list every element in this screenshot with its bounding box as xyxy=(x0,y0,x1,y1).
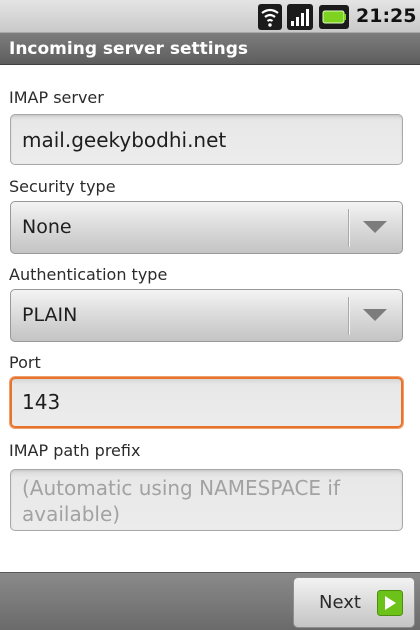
arrow-right-icon xyxy=(377,590,403,616)
title-bar: Incoming server settings xyxy=(0,33,420,65)
port-label: Port xyxy=(9,353,41,372)
next-button[interactable]: Next xyxy=(293,577,415,628)
authentication-type-dropdown[interactable]: PLAIN xyxy=(10,289,403,342)
status-bar: 21:25 xyxy=(0,0,420,33)
signal-icon xyxy=(287,4,313,30)
imap-path-prefix-input[interactable]: (Automatic using NAMESPACE if available) xyxy=(10,469,403,531)
scroll-fade xyxy=(0,66,420,80)
page-title: Incoming server settings xyxy=(9,39,248,59)
security-type-dropdown[interactable]: None xyxy=(10,201,403,254)
battery-icon xyxy=(319,5,349,29)
dropdown-divider xyxy=(348,209,350,247)
authentication-type-value: PLAIN xyxy=(22,304,78,326)
bottom-bar: Next xyxy=(0,572,420,630)
security-type-value: None xyxy=(22,216,72,238)
imap-server-label: IMAP server xyxy=(9,88,104,107)
status-time: 21:25 xyxy=(356,5,417,27)
wifi-icon xyxy=(258,4,282,30)
port-input[interactable]: 143 xyxy=(10,377,403,428)
dropdown-divider xyxy=(348,297,350,335)
imap-server-input[interactable]: mail.geekybodhi.net xyxy=(10,114,403,165)
imap-path-prefix-label: IMAP path prefix xyxy=(9,441,141,460)
chevron-down-icon xyxy=(363,309,387,321)
authentication-type-label: Authentication type xyxy=(9,265,168,284)
next-button-label: Next xyxy=(319,592,361,613)
chevron-down-icon xyxy=(363,221,387,233)
security-type-label: Security type xyxy=(9,177,116,196)
